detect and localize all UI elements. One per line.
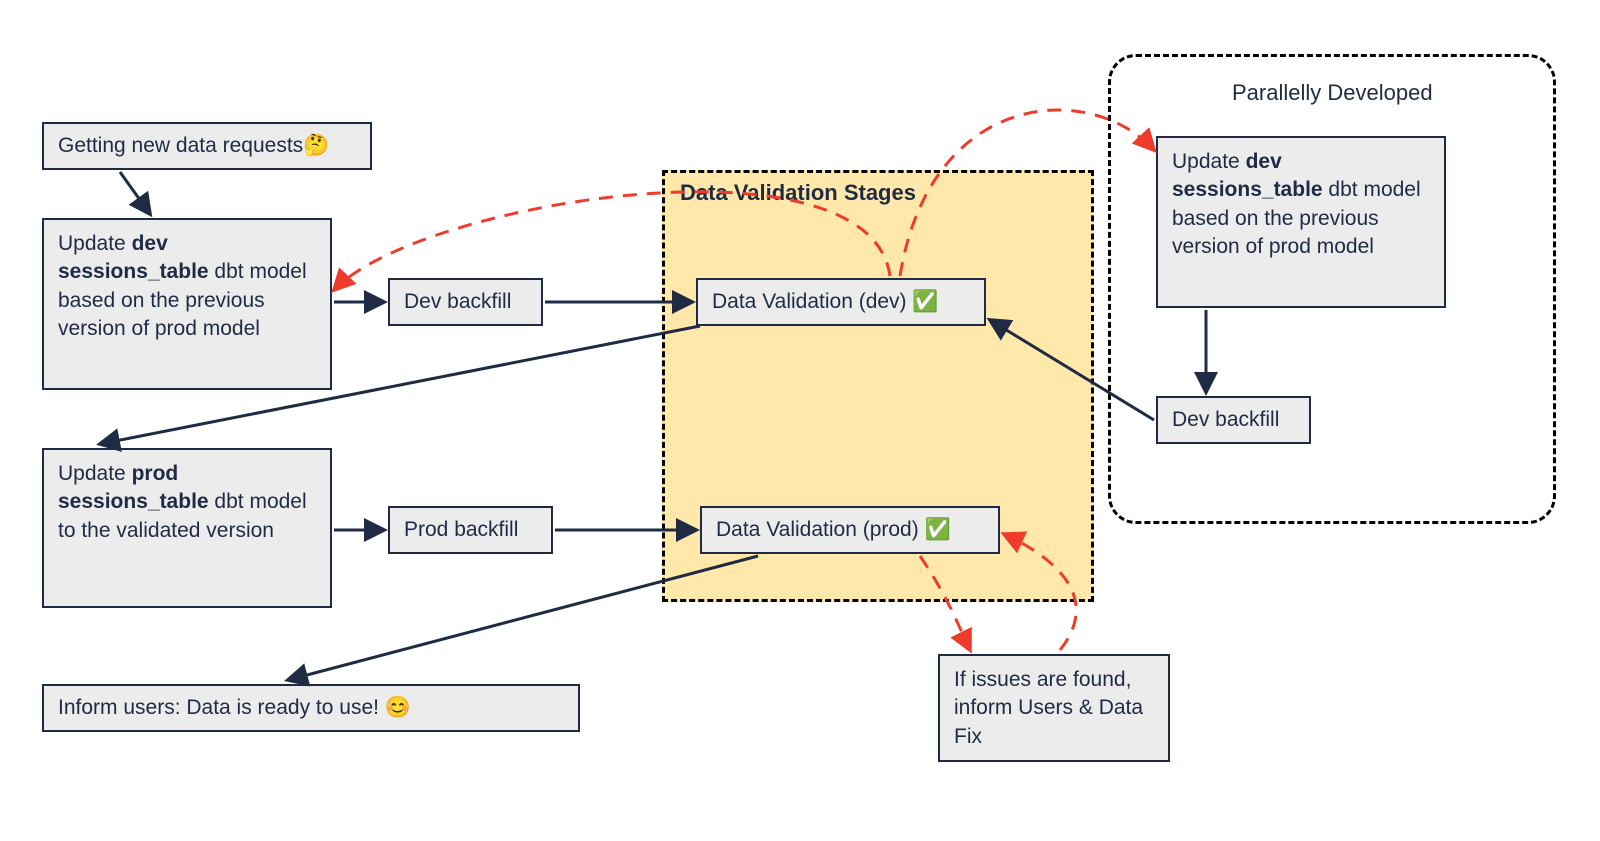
node-parallel-dev-backfill: Dev backfill (1156, 396, 1311, 444)
node-getting-requests: Getting new data requests🤔 (42, 122, 372, 170)
node-issues-found: If issues are found, inform Users & Data… (938, 654, 1170, 762)
node-update-dev: Update dev sessions_table dbt model base… (42, 218, 332, 390)
text: Update (58, 232, 132, 255)
node-update-prod: Update prod sessions_table dbt model to … (42, 448, 332, 608)
text: Update (58, 462, 132, 485)
node-dev-backfill: Dev backfill (388, 278, 543, 326)
diagram-canvas: Data Validation Stages Parallelly Develo… (0, 0, 1600, 841)
node-validation-dev: Data Validation (dev) ✅ (696, 278, 986, 326)
node-prod-backfill: Prod backfill (388, 506, 553, 554)
parallel-group-title: Parallelly Developed (1232, 80, 1433, 106)
text: Update (1172, 150, 1246, 173)
node-parallel-update-dev: Update dev sessions_table dbt model base… (1156, 136, 1446, 308)
node-inform-users: Inform users: Data is ready to use! 😊 (42, 684, 580, 732)
validation-stage-title: Data Validation Stages (680, 180, 916, 206)
node-validation-prod: Data Validation (prod) ✅ (700, 506, 1000, 554)
